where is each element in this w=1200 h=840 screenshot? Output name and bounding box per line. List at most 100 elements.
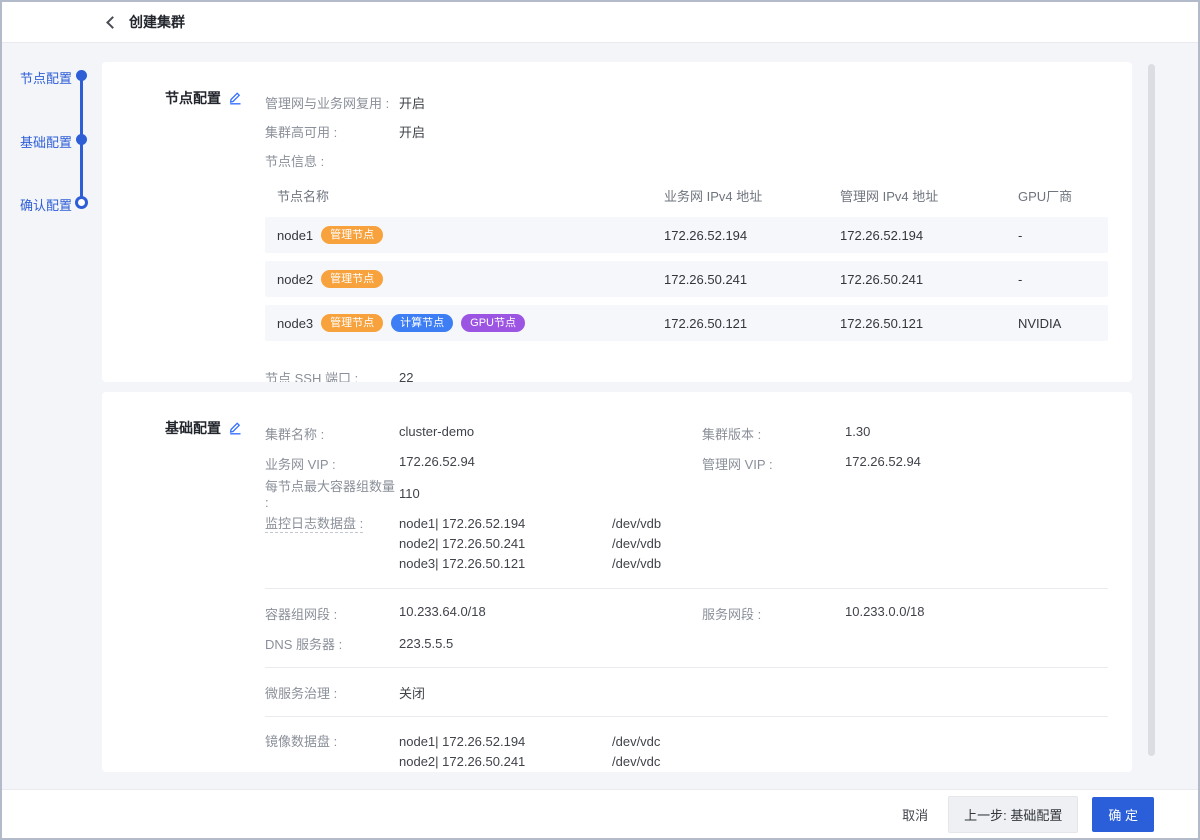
field-cluster-name: 集群名称 : cluster-demo xyxy=(265,424,702,443)
step-basic-config[interactable]: 基础配置 xyxy=(2,132,102,150)
field-value: cluster-demo xyxy=(399,424,474,443)
node-section-title: 节点配置 xyxy=(165,88,221,108)
disk-path: /dev/vdb xyxy=(612,536,661,551)
field-label: 业务网 VIP : xyxy=(265,454,399,473)
field-value: 223.5.5.5 xyxy=(399,636,453,651)
cancel-button[interactable]: 取消 xyxy=(896,797,934,832)
field-value: 1.30 xyxy=(845,424,870,443)
disk-entry: node1| 172.26.52.194 /dev/vdc xyxy=(399,731,660,751)
step-label[interactable]: 基础配置 xyxy=(20,132,72,151)
section-divider xyxy=(265,588,1108,589)
confirm-button[interactable]: 确 定 xyxy=(1092,797,1154,832)
field-cluster-version: 集群版本 : 1.30 xyxy=(702,424,870,443)
node-name: node2 xyxy=(277,272,313,287)
field-image-disks: 镜像数据盘 : node1| 172.26.52.194 /dev/vdc no… xyxy=(265,726,1108,772)
field-svc-cidr: 服务网段 : 10.233.0.0/18 xyxy=(702,604,925,623)
disk-entry: node2| 172.26.50.241 /dev/vdb xyxy=(399,533,661,553)
step-confirm-config[interactable]: 确认配置 xyxy=(2,195,102,213)
node-name: node3 xyxy=(277,316,313,331)
table-row: node2 管理节点 172.26.50.241 172.26.50.241 - xyxy=(265,261,1108,297)
field-monitor-disks: 监控日志数据盘 : node1| 172.26.52.194 /dev/vdb … xyxy=(265,508,1108,579)
section-divider xyxy=(265,716,1108,717)
field-label: 服务网段 : xyxy=(702,604,845,623)
field-value: 开启 xyxy=(399,93,425,112)
disk-entry: node1| 172.26.52.194 /dev/vdb xyxy=(399,513,661,533)
section-divider xyxy=(265,667,1108,668)
edit-basic-config-icon[interactable] xyxy=(228,421,242,435)
node-name: node1 xyxy=(277,228,313,243)
field-value: 开启 xyxy=(399,122,425,141)
node-mgmt-ip: 172.26.52.194 xyxy=(840,228,1018,243)
basic-section-title: 基础配置 xyxy=(165,418,221,438)
node-tag: GPU节点 xyxy=(461,314,525,332)
field-label: 管理网与业务网复用 : xyxy=(265,93,399,112)
node-table-header: 节点名称 业务网 IPv4 地址 管理网 IPv4 地址 GPU厂商 xyxy=(265,181,1108,209)
field-label: 微服务治理 : xyxy=(265,683,399,702)
step-dot-hollow-icon xyxy=(75,196,88,209)
node-biz-ip: 172.26.50.121 xyxy=(664,316,840,331)
disk-path: /dev/vdc xyxy=(612,754,660,769)
back-icon[interactable] xyxy=(106,16,119,29)
step-dot-filled-icon xyxy=(76,134,87,145)
field-label: 监控日志数据盘 : xyxy=(265,516,363,533)
field-value: 172.26.52.94 xyxy=(399,454,475,473)
node-biz-ip: 172.26.52.194 xyxy=(664,228,840,243)
disk-entry: node2| 172.26.50.241 /dev/vdc xyxy=(399,751,660,771)
field-label: 节点信息 : xyxy=(265,151,399,170)
field-ssh-port: 节点 SSH 端口 : 22 xyxy=(265,363,1108,382)
disk-node: node3| 172.26.50.121 xyxy=(399,556,612,571)
disk-node: node2| 172.26.50.241 xyxy=(399,536,612,551)
table-row: node3 管理节点 计算节点 GPU节点 172.26.50.121 172.… xyxy=(265,305,1108,341)
node-tag: 管理节点 xyxy=(321,314,383,332)
field-value: 10.233.0.0/18 xyxy=(845,604,925,623)
node-biz-ip: 172.26.50.241 xyxy=(664,272,840,287)
field-label: DNS 服务器 : xyxy=(265,634,399,653)
field-label: 节点 SSH 端口 : xyxy=(265,368,399,382)
disk-path: /dev/vdc xyxy=(612,734,660,749)
step-rail: 节点配置 基础配置 确认配置 xyxy=(2,62,102,282)
field-value: 关闭 xyxy=(399,683,425,702)
field-node-info: 节点信息 : xyxy=(265,146,1108,175)
disk-node: node2| 172.26.50.241 xyxy=(399,754,612,769)
col-node-name: 节点名称 xyxy=(265,186,664,205)
edit-node-config-icon[interactable] xyxy=(228,91,242,105)
footer-action-bar: 取消 上一步: 基础配置 确 定 xyxy=(2,789,1198,838)
node-gpu: NVIDIA xyxy=(1018,316,1108,331)
field-value: 10.233.64.0/18 xyxy=(399,604,486,623)
field-value: 172.26.52.94 xyxy=(845,454,921,473)
step-dot-filled-icon xyxy=(76,70,87,81)
node-table: 节点名称 业务网 IPv4 地址 管理网 IPv4 地址 GPU厂商 node1… xyxy=(265,181,1108,341)
disk-entry: node3| 172.26.50.121 /dev/vdb xyxy=(399,553,661,573)
field-label: 镜像数据盘 : xyxy=(265,731,399,772)
table-row: node1 管理节点 172.26.52.194 172.26.52.194 - xyxy=(265,217,1108,253)
disk-node: node1| 172.26.52.194 xyxy=(399,734,612,749)
field-cluster-ha: 集群高可用 : 开启 xyxy=(265,117,1108,146)
step-label[interactable]: 确认配置 xyxy=(20,195,72,214)
scrollbar-thumb[interactable] xyxy=(1148,64,1155,756)
node-gpu: - xyxy=(1018,228,1108,243)
disk-path: /dev/vdb xyxy=(612,556,661,571)
node-config-card: 节点配置 管理网与业务网复用 : 开启 集群高可用 : 开启 节点信息 : 节点… xyxy=(102,62,1132,382)
field-value: 22 xyxy=(399,370,413,382)
node-gpu: - xyxy=(1018,272,1108,287)
field-label: 容器组网段 : xyxy=(265,604,399,623)
node-mgmt-ip: 172.26.50.241 xyxy=(840,272,1018,287)
field-mgmt-vip: 管理网 VIP : 172.26.52.94 xyxy=(702,454,921,473)
prev-step-button[interactable]: 上一步: 基础配置 xyxy=(948,796,1078,833)
field-pod-cidr: 容器组网段 : 10.233.64.0/18 xyxy=(265,604,702,623)
page-title: 创建集群 xyxy=(129,12,185,32)
col-mgmt-ip: 管理网 IPv4 地址 xyxy=(840,186,1018,205)
step-node-config[interactable]: 节点配置 xyxy=(2,68,102,86)
field-label: 每节点最大容器组数量 : xyxy=(265,476,399,510)
node-tag: 计算节点 xyxy=(391,314,453,332)
field-label: 集群名称 : xyxy=(265,424,399,443)
node-tag: 管理节点 xyxy=(321,226,383,244)
field-dns: DNS 服务器 : 223.5.5.5 xyxy=(265,628,1108,658)
field-label: 集群高可用 : xyxy=(265,122,399,141)
node-tag: 管理节点 xyxy=(321,270,383,288)
field-mesh: 微服务治理 : 关闭 xyxy=(265,677,1108,707)
field-label: 管理网 VIP : xyxy=(702,454,845,473)
step-label[interactable]: 节点配置 xyxy=(20,68,72,87)
field-label: 集群版本 : xyxy=(702,424,845,443)
basic-config-card: 基础配置 集群名称 : cluster-demo 集群版本 : 1.30 业务网… xyxy=(102,392,1132,772)
